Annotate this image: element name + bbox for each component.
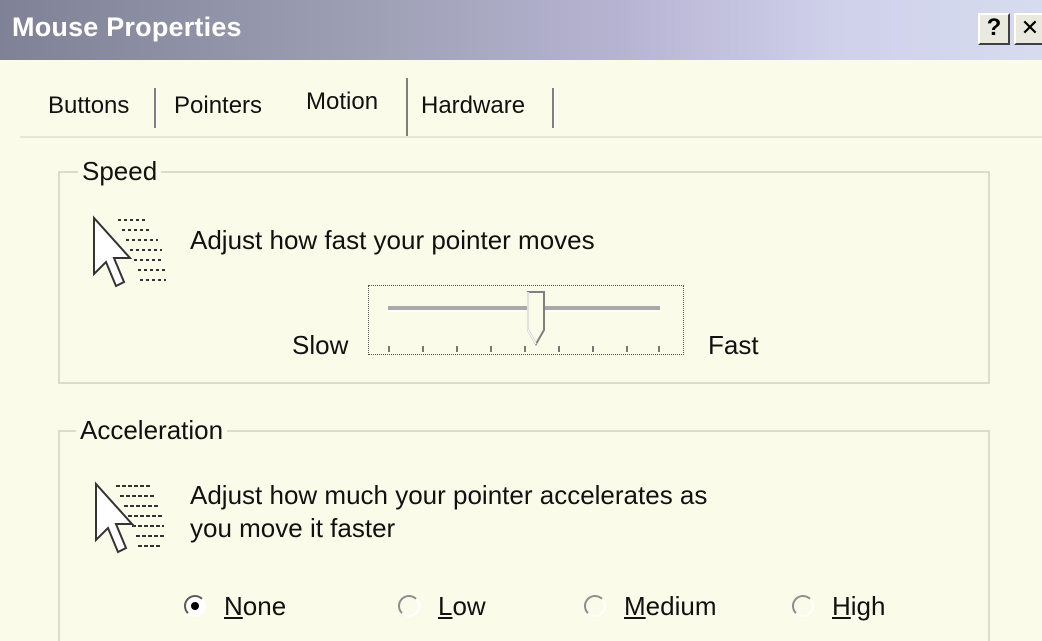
radio-high-indicator[interactable] [792,595,814,617]
radio-medium[interactable]: Medium [584,586,717,626]
speed-description: Adjust how fast your pointer moves [190,225,595,255]
acceleration-description-line1: Adjust how much your pointer accelerates… [190,480,708,510]
slider-tick [558,346,560,352]
radio-low[interactable]: Low [398,586,486,626]
slider-tick [388,346,390,352]
close-icon: ✕ [1020,15,1040,40]
mouse-properties-dialog: Mouse Properties ? ✕ Buttons Pointers Mo… [0,0,1042,641]
slider-tick [422,346,424,352]
radio-none-label[interactable]: None [224,591,286,622]
radio-none[interactable]: None [184,586,286,626]
radio-low-label[interactable]: Low [438,591,486,622]
tab-separator [154,88,157,128]
tab-pointers[interactable]: Pointers [174,92,262,120]
slider-tick [592,346,594,352]
tab-motion[interactable]: Motion [306,88,378,116]
fast-pointer-icon [93,215,166,288]
tab-hardware[interactable]: Hardware [421,92,525,120]
radio-high-label[interactable]: High [832,591,885,622]
tab-separator [552,88,555,128]
acceleration-description-line2: you move it faster [190,513,396,543]
accelerating-pointer-icon [95,481,164,554]
tab-buttons[interactable]: Buttons [48,92,129,120]
slider-tick [626,346,628,352]
help-button[interactable]: ? [978,13,1010,45]
slider-tick [456,346,458,352]
speed-group-label: Speed [78,156,162,187]
fast-label: Fast [708,330,759,360]
slider-tick [524,346,526,352]
radio-medium-label[interactable]: Medium [624,591,717,622]
radio-medium-indicator[interactable] [584,595,606,617]
radio-none-indicator[interactable] [184,595,206,617]
window-title: Mouse Properties [12,12,242,42]
slider-tick [658,346,660,352]
speed-slider-track[interactable] [388,306,660,312]
title-bar[interactable]: Mouse Properties ? ✕ [0,0,1042,60]
acceleration-group-label: Acceleration [76,415,228,446]
radio-low-indicator[interactable] [398,595,420,617]
slider-tick [490,346,492,352]
tab-page-border [20,136,1042,138]
close-button[interactable]: ✕ [1014,13,1042,45]
speed-slider-thumb[interactable] [526,290,546,346]
radio-high[interactable]: High [792,586,885,626]
slow-label: Slow [292,330,349,360]
